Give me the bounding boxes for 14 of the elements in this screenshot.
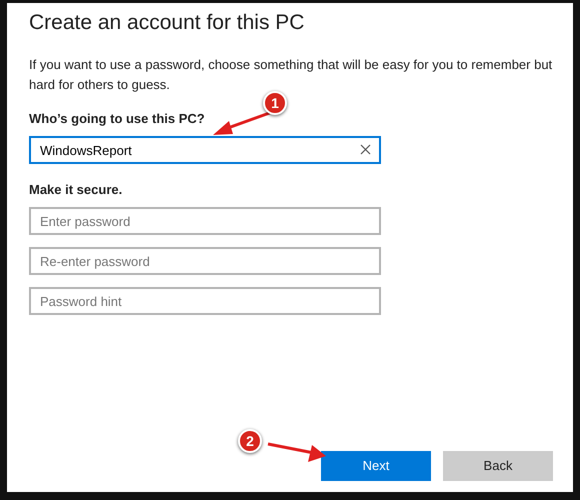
arrow-icon <box>266 440 328 464</box>
back-button[interactable]: Back <box>443 451 553 481</box>
close-icon[interactable] <box>360 144 371 155</box>
text-field[interactable]: Re-enter password <box>29 247 381 275</box>
section-heading: Make it secure. <box>29 181 122 199</box>
intro-text: If you want to use a password, choose something that will be easy for you to remember but hard for others to guess. <box>29 56 554 94</box>
section-heading: Who’s going to use this PC? <box>29 110 205 128</box>
text-field[interactable]: Password hint <box>29 287 381 315</box>
callout-badge: 1 <box>263 91 287 115</box>
next-button[interactable]: Next <box>321 451 431 481</box>
text-field[interactable]: Enter password <box>29 207 381 235</box>
callout-badge: 2 <box>238 429 262 453</box>
dialog-title: Create an account for this PC <box>29 10 306 36</box>
text-field[interactable]: WindowsReport <box>29 136 381 164</box>
